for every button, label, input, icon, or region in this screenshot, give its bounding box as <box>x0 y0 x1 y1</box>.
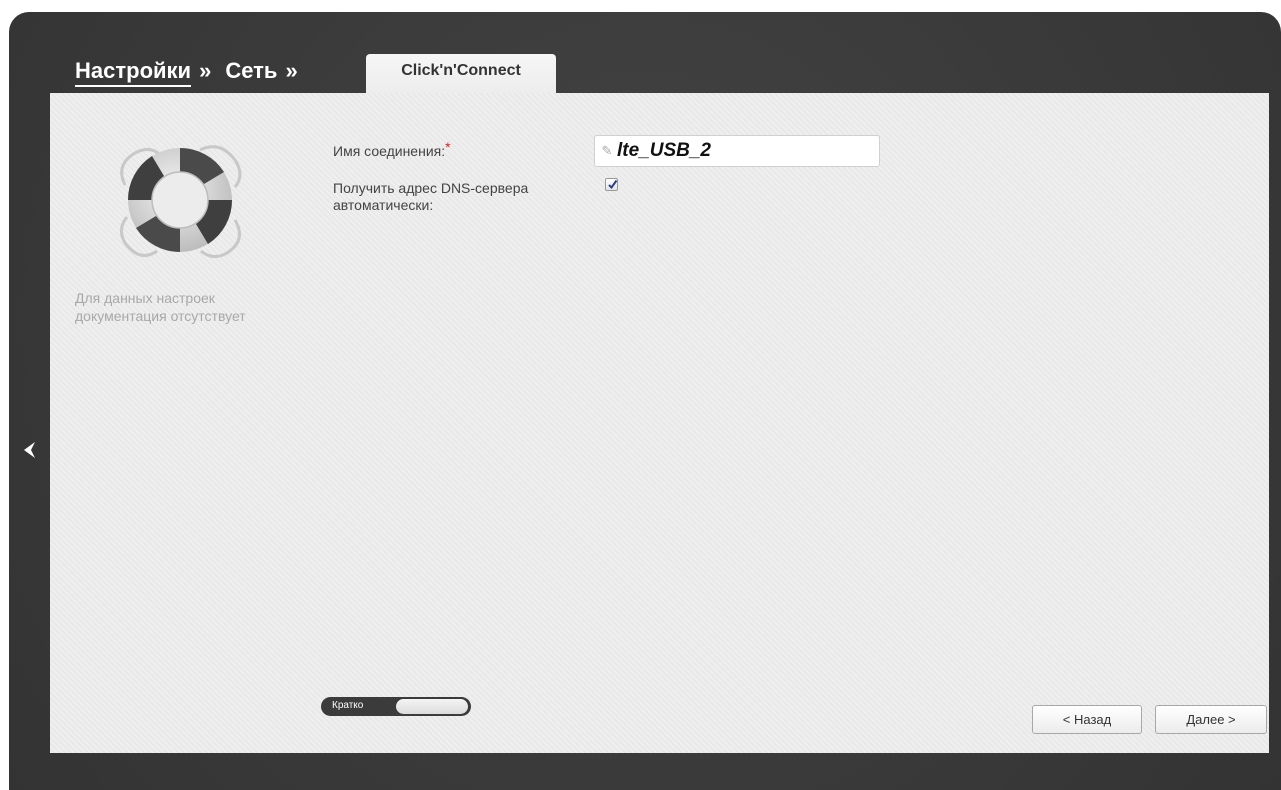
mode-toggle[interactable]: Кратко <box>321 697 471 716</box>
breadcrumb-settings-link[interactable]: Настройки <box>75 58 192 87</box>
help-note: Для данных настроек документация отсутст… <box>75 290 246 324</box>
breadcrumb-separator: » <box>285 58 298 83</box>
lifebuoy-icon <box>120 145 242 258</box>
breadcrumb-network-link[interactable]: Сеть <box>225 58 277 84</box>
dns-auto-label: Получить адрес DNS-сервера автоматически… <box>333 180 529 213</box>
mode-toggle-label: Кратко <box>332 700 364 711</box>
dns-auto-checkbox[interactable] <box>605 178 618 191</box>
connection-name-field[interactable]: ✎ lte_USB_2 <box>594 135 880 167</box>
collapse-arrow-icon[interactable] <box>18 438 42 462</box>
connection-name-label-text: Имя соединения: <box>333 143 446 159</box>
tab-click-n-connect[interactable]: Click'n'Connect <box>366 54 556 96</box>
next-button[interactable]: Далее > <box>1155 705 1267 734</box>
checkmark-icon <box>608 179 618 190</box>
back-button[interactable]: < Назад <box>1032 705 1142 734</box>
required-mark: * <box>445 139 451 155</box>
connection-name-label: Имя соединения:* <box>333 139 451 160</box>
pencil-icon: ✎ <box>601 143 613 158</box>
breadcrumb-separator: » <box>199 58 212 83</box>
mode-toggle-knob[interactable] <box>396 699 468 714</box>
breadcrumb: Настройки » Сеть » <box>75 58 306 87</box>
connection-name-value: lte_USB_2 <box>617 140 711 161</box>
